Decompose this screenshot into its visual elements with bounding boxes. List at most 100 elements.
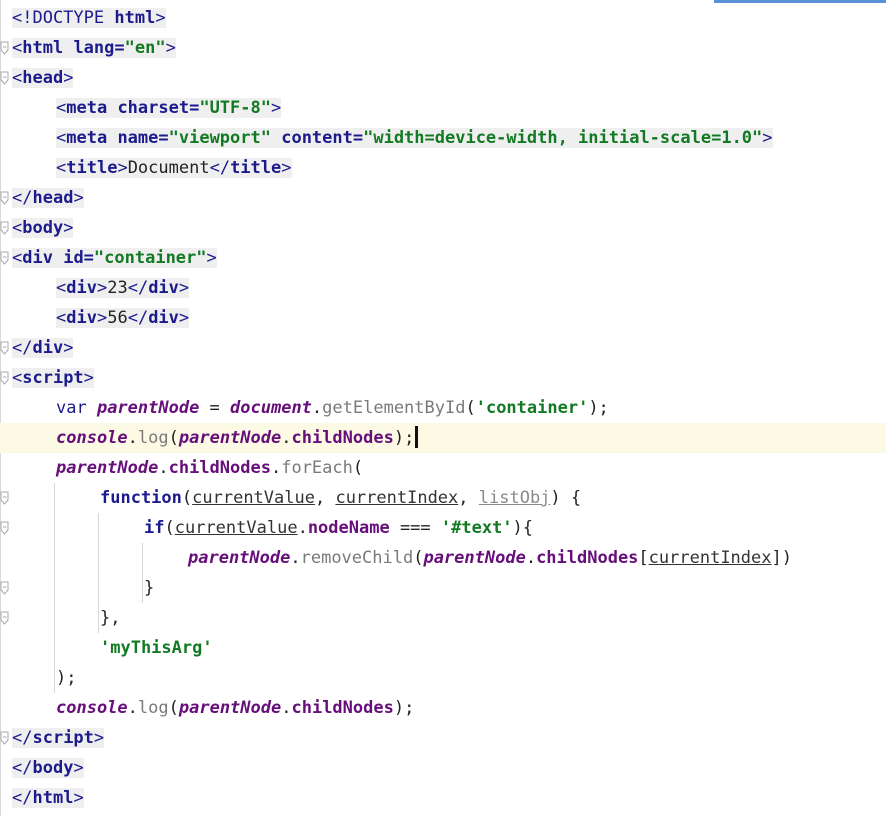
code-line[interactable]: <html lang="en">: [0, 33, 886, 63]
code-token: (: [352, 458, 364, 478]
code-token: currentValue: [174, 518, 298, 538]
code-token: >: [178, 278, 190, 298]
code-token: document: [230, 398, 312, 418]
code-line[interactable]: }: [0, 573, 886, 603]
code-line-text: console.log(parentNode.childNodes);: [56, 423, 419, 453]
code-token: >: [281, 158, 292, 178]
code-token: );: [588, 398, 609, 418]
code-token: head: [32, 188, 74, 208]
code-line[interactable]: console.log(parentNode.childNodes);: [0, 693, 886, 723]
code-line[interactable]: if(currentValue.nodeName === '#text'){: [0, 513, 886, 543]
code-token: <: [56, 308, 67, 328]
code-line[interactable]: <title>Document</title>: [0, 153, 886, 183]
code-line[interactable]: <script>: [0, 363, 886, 393]
code-editor[interactable]: <!DOCTYPE html> <html lang="en"> <head> <me…: [0, 0, 886, 816]
code-token: parentNode: [56, 458, 159, 478]
code-line[interactable]: <body>: [0, 213, 886, 243]
code-token: <: [56, 278, 67, 298]
code-token: .: [158, 458, 169, 478]
code-line-text: parentNode.childNodes.forEach(: [56, 453, 363, 483]
code-token: parentNode: [423, 548, 526, 568]
fold-toggle-icon[interactable]: [0, 251, 10, 265]
code-line[interactable]: var parentNode = document.getElementById…: [0, 393, 886, 423]
fold-toggle-icon[interactable]: [0, 71, 10, 85]
code-token: >: [63, 338, 74, 358]
code-token: =: [199, 398, 231, 418]
code-token: "container": [93, 248, 207, 268]
code-line-text: </div>: [12, 333, 74, 363]
code-line[interactable]: function(currentValue, currentIndex, lis…: [0, 483, 886, 513]
code-line[interactable]: console.log(parentNode.childNodes);: [0, 423, 886, 453]
markup-tag-highlight: <script>: [12, 368, 94, 388]
code-token: title: [230, 158, 282, 178]
code-token: (: [181, 488, 193, 508]
code-token: >: [73, 788, 84, 808]
fold-toggle-icon[interactable]: [0, 491, 10, 505]
code-token: .: [290, 548, 301, 568]
markup-tag-highlight: </div>: [12, 338, 74, 358]
code-token: >: [63, 218, 74, 238]
code-token: removeChild: [300, 548, 414, 568]
code-token: (: [168, 698, 179, 718]
code-token: content=: [281, 128, 364, 148]
code-token: parentNode: [188, 548, 291, 568]
code-line[interactable]: </body>: [0, 753, 886, 783]
code-token: ,: [314, 488, 336, 508]
code-line[interactable]: 'myThisArg': [0, 633, 886, 663]
code-token: listObj: [478, 488, 551, 508]
code-token: ]): [771, 548, 792, 568]
code-token: >: [83, 368, 94, 388]
code-line[interactable]: </html>: [0, 783, 886, 813]
code-line[interactable]: parentNode.removeChild(parentNode.childN…: [0, 543, 886, 573]
code-token: },: [100, 608, 121, 628]
code-line[interactable]: parentNode.childNodes.forEach(: [0, 453, 886, 483]
code-token: id=: [63, 248, 94, 268]
indent-guide: [54, 483, 55, 693]
markup-tag-highlight: <meta charset="UTF-8">: [56, 98, 282, 118]
code-token: console: [56, 698, 128, 718]
code-line[interactable]: <meta charset="UTF-8">: [0, 93, 886, 123]
fold-toggle-icon[interactable]: [0, 341, 10, 355]
code-line[interactable]: );: [0, 663, 886, 693]
code-line[interactable]: </script>: [0, 723, 886, 753]
code-token: (: [413, 548, 424, 568]
code-line[interactable]: <div>56</div>: [0, 303, 886, 333]
fold-toggle-icon[interactable]: [0, 41, 10, 55]
code-token: meta: [66, 98, 118, 118]
code-token: var: [56, 398, 97, 418]
markup-tag-highlight: <html lang="en">: [12, 38, 176, 58]
fold-toggle-icon[interactable]: [0, 221, 10, 235]
code-token: childNodes: [291, 428, 394, 448]
code-token: <: [12, 68, 23, 88]
code-token: script: [22, 368, 84, 388]
fold-toggle-icon[interactable]: [0, 371, 10, 385]
code-line[interactable]: <head>: [0, 63, 886, 93]
code-token: >: [762, 128, 773, 148]
code-token: getElementById: [322, 398, 466, 418]
code-token: parentNode: [96, 398, 200, 418]
code-line[interactable]: </head>: [0, 183, 886, 213]
fold-toggle-icon[interactable]: [0, 191, 10, 205]
code-token: ) {: [550, 488, 582, 508]
code-token: parentNode: [178, 428, 282, 448]
code-token: nodeName: [307, 518, 390, 538]
fold-toggle-icon[interactable]: [0, 731, 10, 745]
code-line[interactable]: <div id="container">: [0, 243, 886, 273]
text-caret: [415, 426, 419, 448]
code-line[interactable]: },: [0, 603, 886, 633]
code-line[interactable]: <meta name="viewport" content="width=dev…: [0, 123, 886, 153]
code-token: .: [281, 698, 292, 718]
code-token: .: [525, 548, 537, 568]
fold-toggle-icon[interactable]: [0, 611, 10, 625]
code-line-text: <html lang="en">: [12, 33, 176, 63]
code-line[interactable]: <!DOCTYPE html>: [0, 3, 886, 33]
code-line[interactable]: <div>23</div>: [0, 273, 886, 303]
code-token: currentIndex: [648, 548, 772, 568]
code-token: parentNode: [178, 698, 282, 718]
code-token: );: [393, 698, 415, 718]
fold-toggle-icon[interactable]: [0, 581, 10, 595]
code-token: 'container': [475, 398, 589, 418]
code-token: >: [96, 308, 108, 328]
code-line[interactable]: </div>: [0, 333, 886, 363]
fold-toggle-icon[interactable]: [0, 521, 10, 535]
